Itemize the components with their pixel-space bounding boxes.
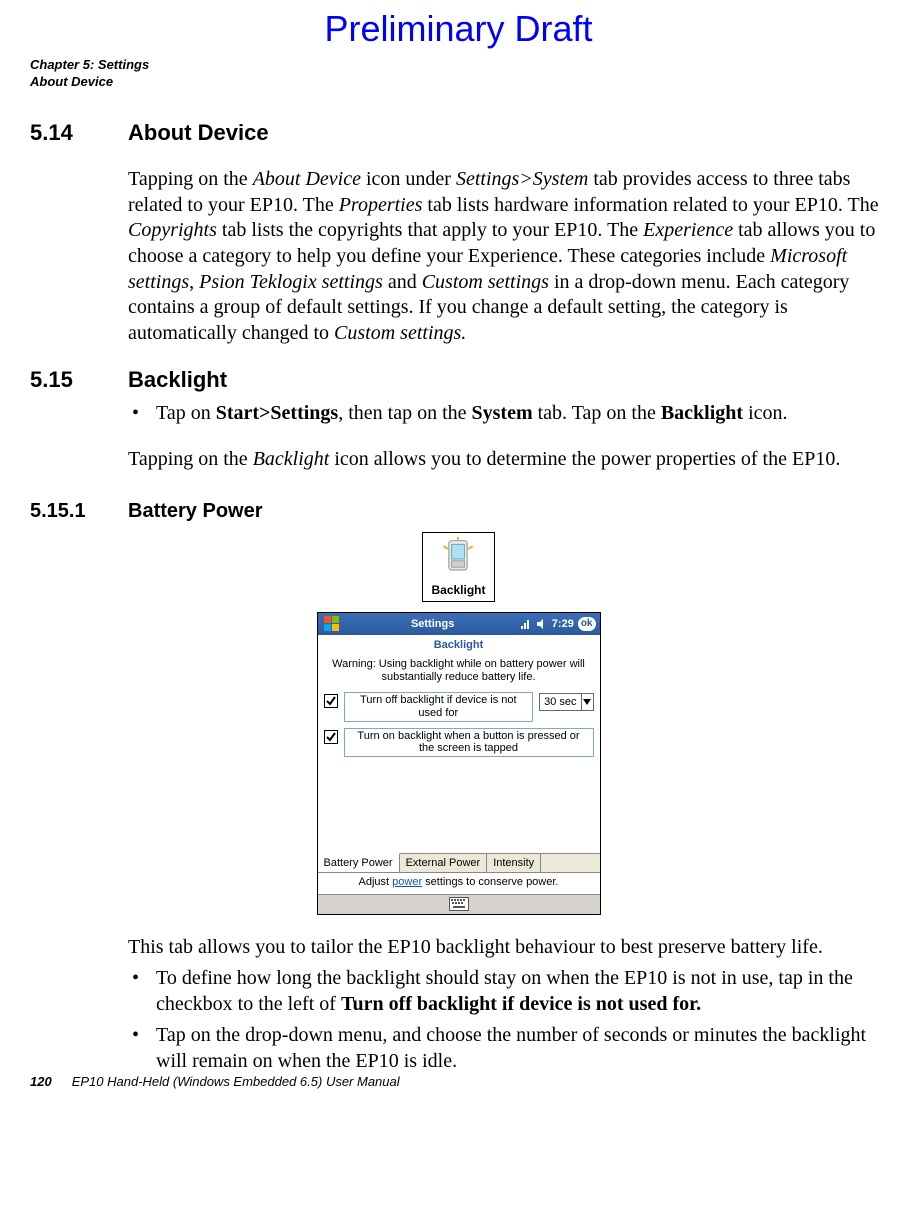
tab-intensity[interactable]: Intensity: [487, 854, 541, 872]
running-head: Chapter 5: Settings About Device: [30, 57, 887, 91]
power-link[interactable]: power: [392, 876, 422, 888]
ok-button[interactable]: ok: [578, 617, 596, 631]
option-row-2: Turn on backlight when a button is press…: [318, 728, 600, 763]
tab-battery-power[interactable]: Battery Power: [318, 853, 400, 872]
option-row-1: Turn off backlight if device is not used…: [318, 692, 600, 727]
list-5-15: Tap on Start>Settings, then tap on the S…: [128, 401, 887, 427]
backlight-icon: [439, 537, 477, 581]
para-after-figure: This tab allows you to tailor the EP10 b…: [128, 935, 887, 961]
heading-5-15-1: 5.15.1Battery Power: [30, 498, 887, 524]
keyboard-icon: [449, 897, 469, 911]
heading-5-14-number: 5.14: [30, 119, 128, 148]
list-item: To define how long the backlight should …: [128, 966, 887, 1017]
option-label-1: Turn off backlight if device is not used…: [344, 692, 534, 721]
timeout-dropdown[interactable]: 30 sec: [539, 693, 593, 711]
para-5-14: Tapping on the About Device icon under S…: [128, 167, 887, 346]
panel-subtitle: Backlight: [318, 635, 600, 656]
heading-5-15-1-number: 5.15.1: [30, 498, 128, 524]
device-screenshot: Settings 7:29 ok Backlight Warning: Usin…: [317, 612, 601, 915]
blank-space: [318, 763, 600, 853]
figure-backlight-icon: Backlight Settings 7:29 ok Backlight War…: [30, 532, 887, 915]
option-label-2: Turn on backlight when a button is press…: [344, 728, 594, 757]
tab-bar: Battery Power External Power Intensity: [318, 853, 600, 872]
list-item: Tap on Start>Settings, then tap on the S…: [128, 401, 887, 427]
heading-5-15: 5.15Backlight: [30, 366, 887, 395]
backlight-icon-label: Backlight: [431, 583, 485, 599]
window-status: 7:29 ok: [520, 617, 598, 631]
checkbox-turn-off[interactable]: [324, 694, 338, 708]
tab-external-power[interactable]: External Power: [400, 854, 488, 872]
para-5-15: Tapping on the Backlight icon allows you…: [128, 447, 887, 473]
checkmark-icon: [325, 695, 337, 707]
running-head-chapter: Chapter 5: Settings: [30, 57, 887, 74]
checkmark-icon: [325, 731, 337, 743]
list-after-figure: To define how long the backlight should …: [128, 966, 887, 1074]
clock: 7:29: [552, 617, 574, 631]
list-item: Tap on the drop-down menu, and choose th…: [128, 1023, 887, 1074]
footer-title: EP10 Hand-Held (Windows Embedded 6.5) Us…: [72, 1074, 400, 1089]
heading-5-14: 5.14About Device: [30, 119, 887, 148]
warning-text: Warning: Using backlight while on batter…: [318, 656, 600, 692]
page-footer: 120 EP10 Hand-Held (Windows Embedded 6.5)…: [30, 1074, 400, 1091]
page-number: 120: [30, 1074, 52, 1089]
adjust-hint: Adjust power settings to conserve power.: [318, 872, 600, 893]
heading-5-15-title: Backlight: [128, 367, 227, 392]
start-icon[interactable]: [324, 616, 342, 632]
running-head-section: About Device: [30, 74, 887, 91]
signal-icon: [520, 618, 532, 630]
checkbox-turn-on[interactable]: [324, 730, 338, 744]
chevron-down-icon: [581, 694, 593, 710]
heading-5-14-title: About Device: [128, 120, 269, 145]
preliminary-draft-watermark: Preliminary Draft: [30, 0, 887, 57]
window-titlebar: Settings 7:29 ok: [318, 613, 600, 635]
speaker-icon: [536, 618, 548, 630]
dropdown-value: 30 sec: [540, 695, 580, 709]
window-title: Settings: [346, 617, 520, 631]
heading-5-15-1-title: Battery Power: [128, 500, 263, 522]
backlight-icon-card: Backlight: [422, 532, 494, 602]
heading-5-15-number: 5.15: [30, 366, 128, 395]
tab-spacer: [541, 854, 599, 872]
sip-bar[interactable]: [318, 894, 600, 914]
